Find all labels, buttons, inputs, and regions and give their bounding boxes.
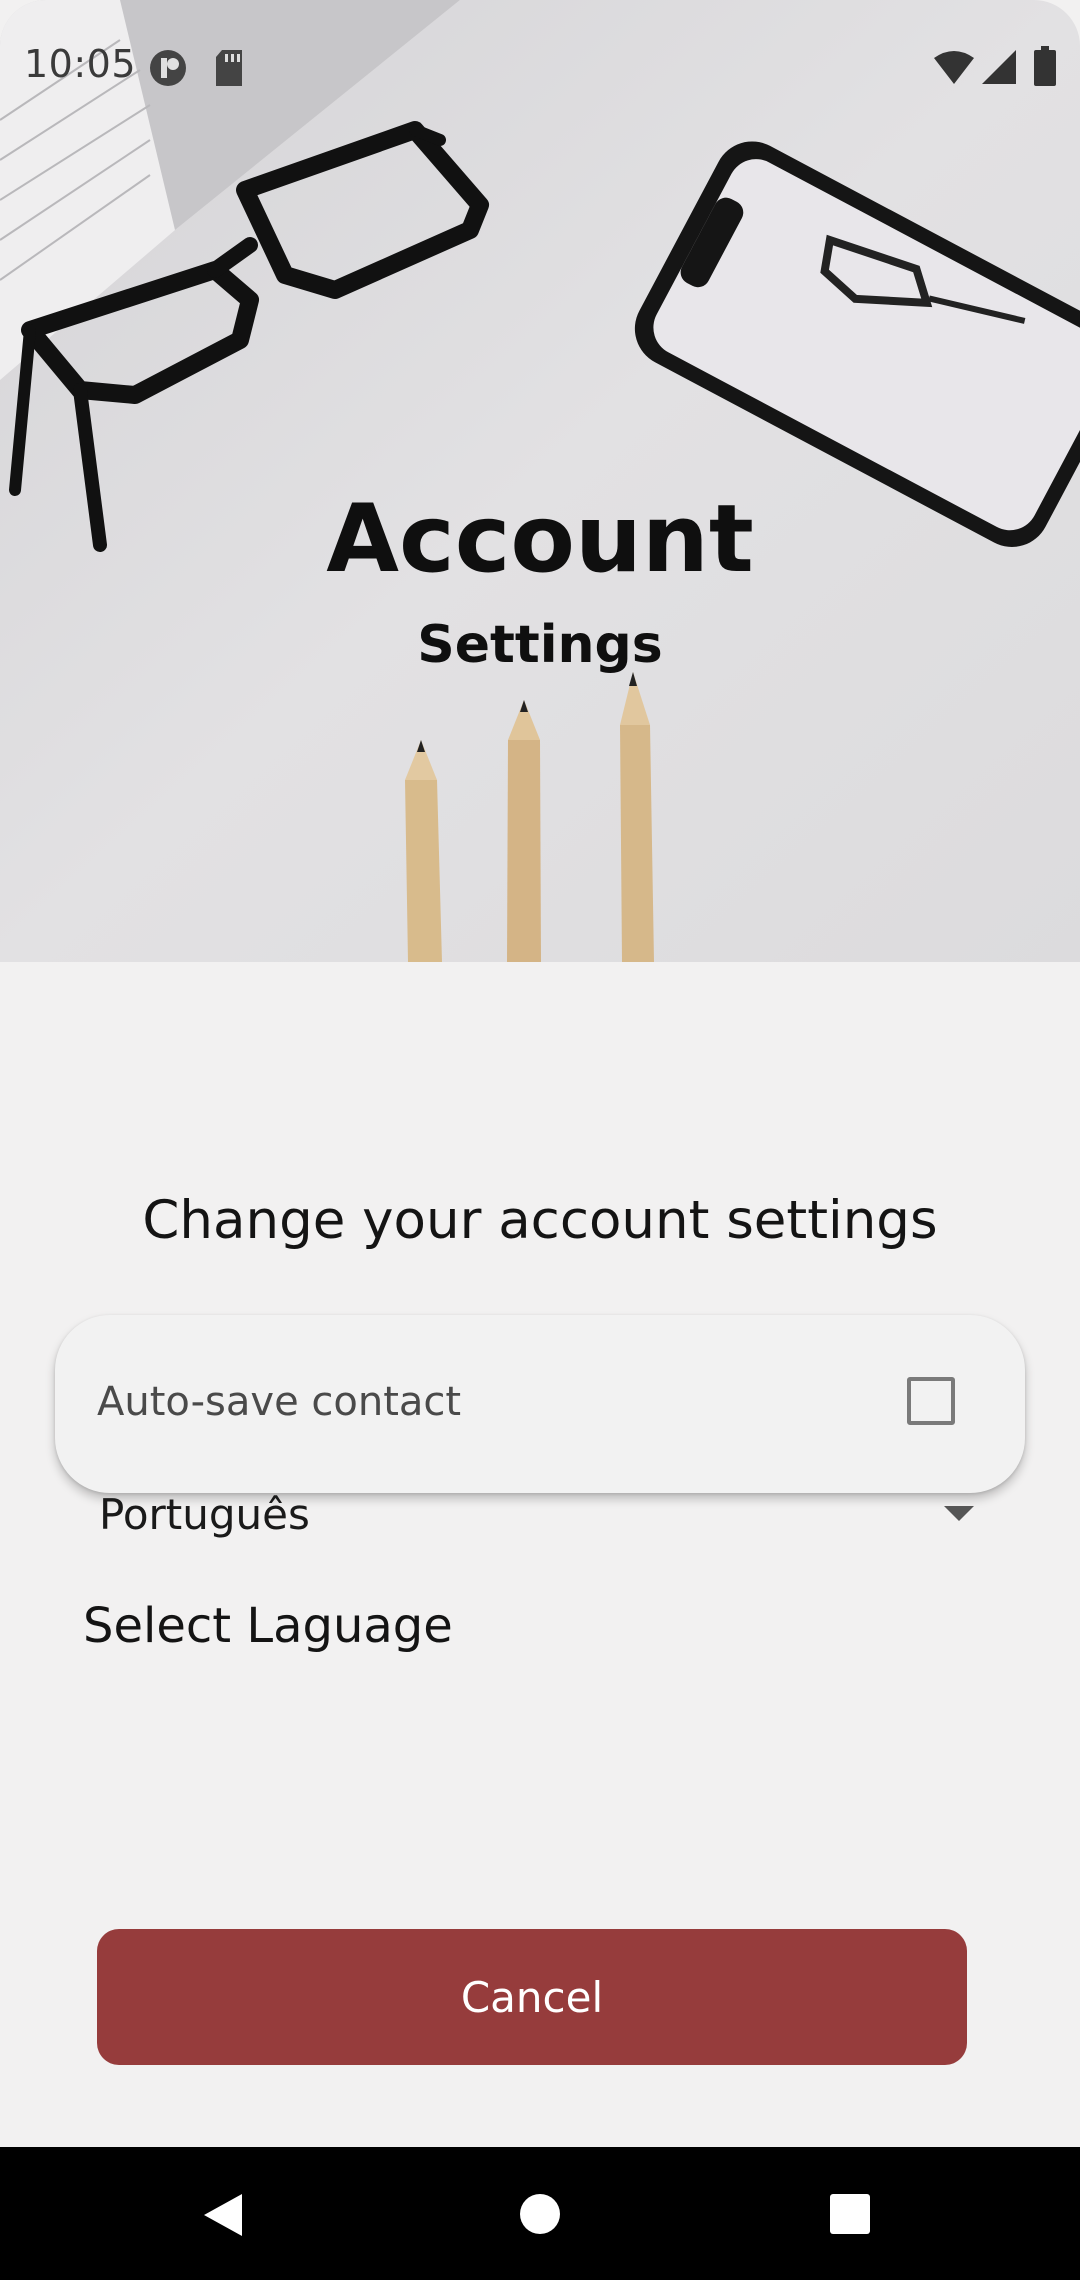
recents-icon[interactable]: [828, 2192, 872, 2236]
page-heading: Change your account settings: [142, 1190, 938, 1251]
auto-save-label: Auto-save contact: [97, 1379, 462, 1425]
app-notification-icon: [150, 50, 186, 86]
cancel-button[interactable]: Cancel: [97, 1929, 967, 2065]
screen: 10:05 Account Settings Change your accou…: [0, 0, 1080, 2280]
language-selected-value[interactable]: Português: [99, 1490, 310, 1539]
status-bar: 10:05: [0, 0, 1080, 136]
hero-subtitle: Settings: [417, 615, 663, 675]
sd-card-icon: [216, 50, 242, 86]
hero-background-image: [0, 0, 1080, 962]
select-language-label: Select Laguage: [83, 1598, 453, 1654]
home-icon[interactable]: [518, 2192, 562, 2236]
auto-save-card[interactable]: Auto-save contact: [55, 1315, 1025, 1493]
dropdown-arrow-icon[interactable]: [944, 1506, 974, 1521]
hero-title: Account: [326, 485, 754, 594]
back-icon[interactable]: [200, 2192, 246, 2238]
battery-icon: [1034, 46, 1056, 86]
navigation-bar: [0, 2147, 1080, 2280]
hero-banner: 10:05 Account Settings: [0, 0, 1080, 962]
cellular-signal-icon: [982, 50, 1016, 84]
wifi-icon: [934, 51, 974, 84]
auto-save-checkbox[interactable]: [907, 1377, 955, 1425]
status-time: 10:05: [24, 42, 137, 86]
